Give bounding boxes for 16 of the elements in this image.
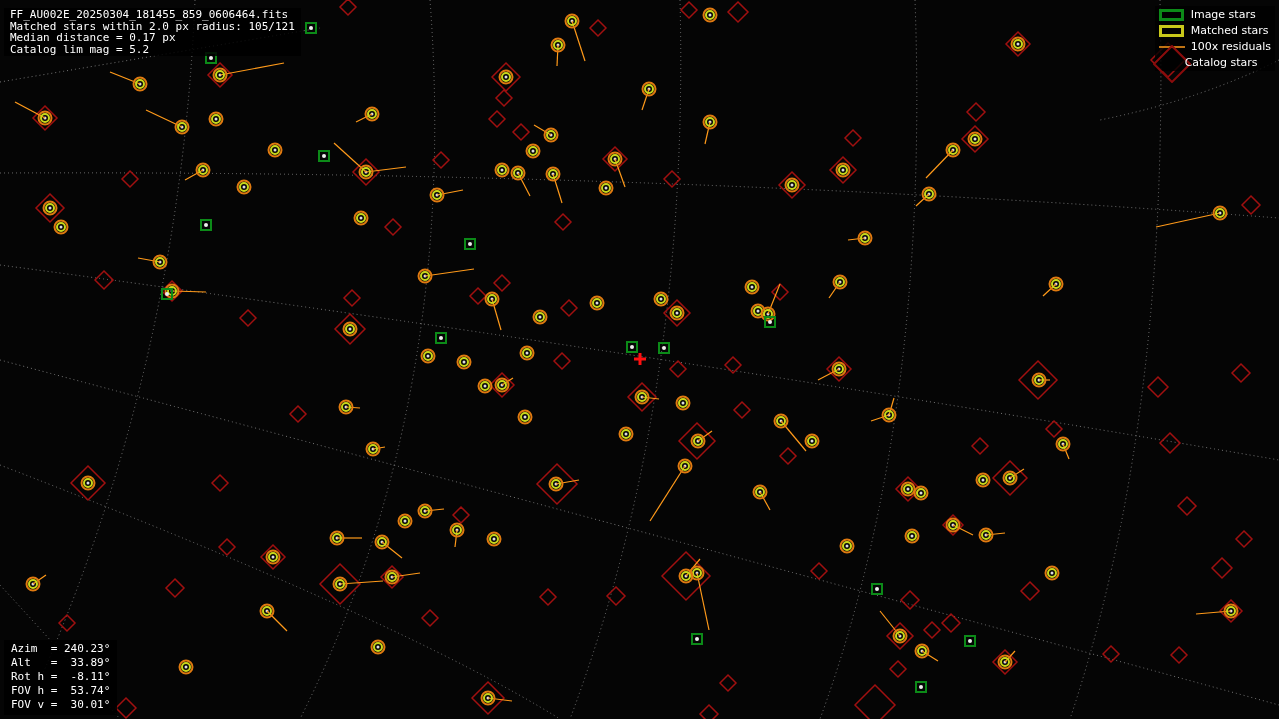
image-star-swatch-icon (1158, 8, 1185, 21)
matched-star-swatch-icon (1158, 24, 1185, 37)
info-text: Catalog lim mag = 5.2 (10, 43, 151, 55)
legend-label: Image stars (1190, 8, 1256, 21)
pointing-text: Azim = 240.23° (11, 642, 111, 656)
residual-line-icon (1158, 44, 1185, 49)
legend-label: 100x residuals (1190, 40, 1271, 53)
legend-label: Catalog stars (1184, 56, 1258, 69)
pointing-text: FOV h = 53.74° (11, 684, 111, 698)
info-text: Matched stars within 2.0 px radius: 105/121 (10, 20, 295, 32)
pointing-text: Alt = 33.89° (11, 656, 111, 670)
info-text: FF_AU002E_20250304_181455_859_0606464.fits (10, 9, 290, 21)
info-text: Median distance = 0.17 px (10, 32, 176, 44)
pointing-text: FOV v = 30.01° (11, 698, 111, 712)
legend-label: Matched stars (1190, 24, 1269, 37)
pointing-text: Rot h = -8.11° (11, 670, 111, 684)
